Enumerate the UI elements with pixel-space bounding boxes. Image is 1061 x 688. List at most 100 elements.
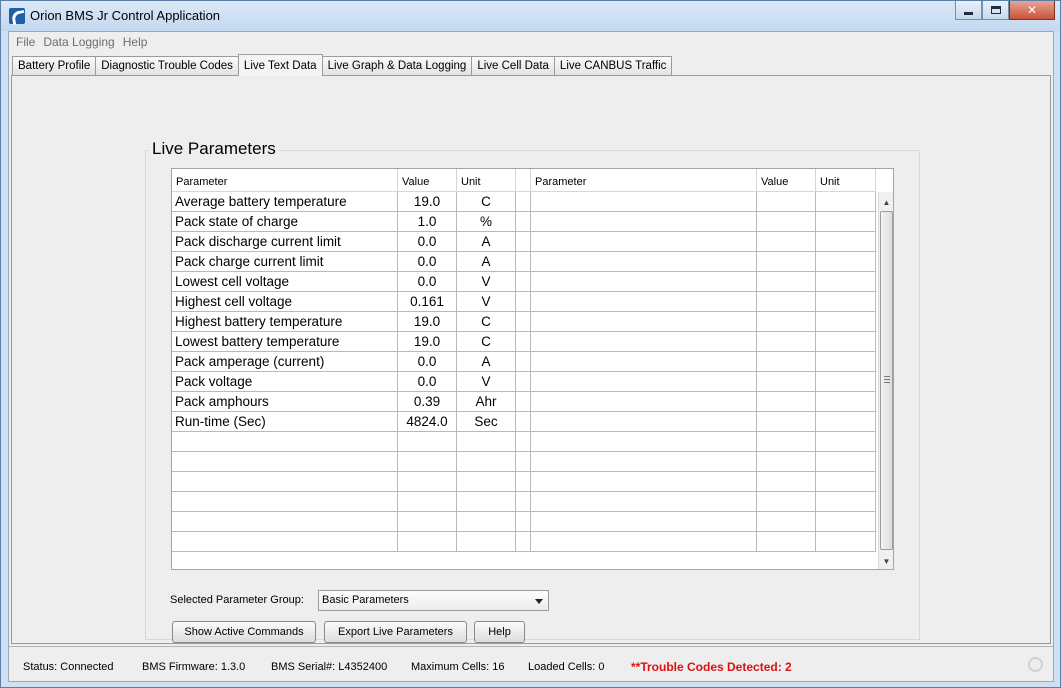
cell-unit-2: [816, 372, 876, 391]
cell-unit: [457, 472, 516, 491]
column-header-unit-2[interactable]: Unit: [816, 169, 876, 192]
table-row[interactable]: Pack charge current limit 0.0 A: [172, 252, 876, 272]
table-row[interactable]: [172, 532, 876, 552]
cell-unit: C: [457, 192, 516, 211]
cell-unit-2: [816, 212, 876, 231]
menu-help[interactable]: Help: [119, 35, 152, 49]
cell-value-2: [757, 472, 816, 491]
cell-spacer: [516, 332, 531, 351]
cell-unit: C: [457, 332, 516, 351]
table-row[interactable]: Pack discharge current limit 0.0 A: [172, 232, 876, 252]
cell-parameter-2: [531, 192, 757, 211]
cell-unit: %: [457, 212, 516, 231]
cell-parameter-2: [531, 432, 757, 451]
table-row[interactable]: Lowest battery temperature 19.0 C: [172, 332, 876, 352]
table-row[interactable]: Highest cell voltage 0.161 V: [172, 292, 876, 312]
cell-spacer: [516, 252, 531, 271]
menu-file[interactable]: File: [12, 35, 39, 49]
vertical-scrollbar[interactable]: ▲ ▼: [878, 192, 893, 569]
column-header-value-2[interactable]: Value: [757, 169, 816, 192]
cell-unit: [457, 492, 516, 511]
table-row[interactable]: [172, 452, 876, 472]
cell-parameter-2: [531, 352, 757, 371]
cell-value: 19.0: [398, 332, 457, 351]
table-row[interactable]: Pack state of charge 1.0%: [172, 212, 876, 232]
minimize-button[interactable]: [955, 1, 982, 20]
cell-parameter-2: [531, 232, 757, 251]
cell-spacer: [516, 492, 531, 511]
table-row[interactable]: Pack amphours 0.39 Ahr: [172, 392, 876, 412]
close-button[interactable]: ✕: [1009, 1, 1055, 20]
tab-live-cell-data[interactable]: Live Cell Data: [471, 56, 555, 75]
parameter-group-value: Basic Parameters: [322, 594, 409, 606]
cell-unit-2: [816, 312, 876, 331]
cell-parameter-2: [531, 392, 757, 411]
cell-unit-2: [816, 332, 876, 351]
close-icon: ✕: [1026, 3, 1038, 17]
parameter-group-select[interactable]: Basic Parameters: [318, 590, 549, 611]
table-row[interactable]: Highest battery temperature 19.0 C: [172, 312, 876, 332]
cell-value-2: [757, 312, 816, 331]
table-row[interactable]: [172, 512, 876, 532]
table-row[interactable]: [172, 432, 876, 452]
cell-value-2: [757, 492, 816, 511]
cell-parameter: [172, 432, 398, 451]
cell-value-2: [757, 432, 816, 451]
cell-unit-2: [816, 252, 876, 271]
show-active-commands-button[interactable]: Show Active Commands: [172, 621, 316, 643]
tab-battery-profile[interactable]: Battery Profile: [12, 56, 97, 75]
cell-spacer: [516, 452, 531, 471]
scroll-up-icon[interactable]: ▲: [879, 194, 893, 210]
cell-value-2: [757, 292, 816, 311]
cell-spacer: [516, 532, 531, 551]
cell-value: [398, 452, 457, 471]
cell-value: 0.161: [398, 292, 457, 311]
table-row[interactable]: Pack voltage 0.0 V: [172, 372, 876, 392]
table-row[interactable]: Average battery temperature 19.0 C: [172, 192, 876, 212]
cell-value: 0.39: [398, 392, 457, 411]
tab-live-canbus-traffic[interactable]: Live CANBUS Traffic: [553, 56, 673, 75]
table-row[interactable]: Pack amperage (current) 0.0 A: [172, 352, 876, 372]
tab-diagnostic-trouble-codes[interactable]: Diagnostic Trouble Codes: [95, 56, 239, 75]
title-bar[interactable]: Orion BMS Jr Control Application ✕: [1, 1, 1060, 31]
cell-parameter-2: [531, 532, 757, 551]
cell-value-2: [757, 412, 816, 431]
cell-parameter: [172, 452, 398, 471]
cell-parameter: [172, 512, 398, 531]
cell-unit-2: [816, 452, 876, 471]
cell-unit-2: [816, 392, 876, 411]
maximize-button[interactable]: [982, 1, 1009, 20]
cell-spacer: [516, 272, 531, 291]
table-row[interactable]: Lowest cell voltage 0.0 V: [172, 272, 876, 292]
tab-live-text-data[interactable]: Live Text Data: [237, 54, 323, 76]
column-header-parameter-2[interactable]: Parameter: [531, 169, 757, 192]
cell-spacer: [516, 232, 531, 251]
help-button[interactable]: Help: [474, 621, 525, 643]
table-row[interactable]: Run-time (Sec) 4824.0 Sec: [172, 412, 876, 432]
tab-live-graph-data-logging[interactable]: Live Graph & Data Logging: [321, 56, 473, 75]
column-header-value[interactable]: Value: [398, 169, 457, 192]
cell-parameter: Lowest battery temperature: [172, 332, 398, 351]
cell-value-2: [757, 452, 816, 471]
cell-parameter: Pack voltage: [172, 372, 398, 391]
cell-spacer: [516, 292, 531, 311]
cell-value-2: [757, 272, 816, 291]
scroll-down-icon[interactable]: ▼: [879, 553, 893, 569]
menu-data-logging[interactable]: Data Logging: [39, 35, 118, 49]
scroll-thumb[interactable]: [880, 211, 893, 550]
column-header-spacer[interactable]: [516, 169, 531, 192]
client-area: File Data Logging Help Battery Profile D…: [8, 31, 1054, 682]
cell-value: 0.0: [398, 272, 457, 291]
column-header-parameter[interactable]: Parameter: [172, 169, 398, 192]
cell-unit: [457, 532, 516, 551]
cell-value-2: [757, 532, 816, 551]
export-live-parameters-button[interactable]: Export Live Parameters: [324, 621, 467, 643]
column-header-unit[interactable]: Unit: [457, 169, 516, 192]
table-row[interactable]: [172, 492, 876, 512]
cell-spacer: [516, 192, 531, 211]
trouble-codes-alert[interactable]: **Trouble Codes Detected: 2: [631, 660, 792, 674]
table-row[interactable]: [172, 472, 876, 492]
cell-unit: A: [457, 352, 516, 371]
cell-parameter: Run-time (Sec): [172, 412, 398, 431]
cell-value: [398, 472, 457, 491]
